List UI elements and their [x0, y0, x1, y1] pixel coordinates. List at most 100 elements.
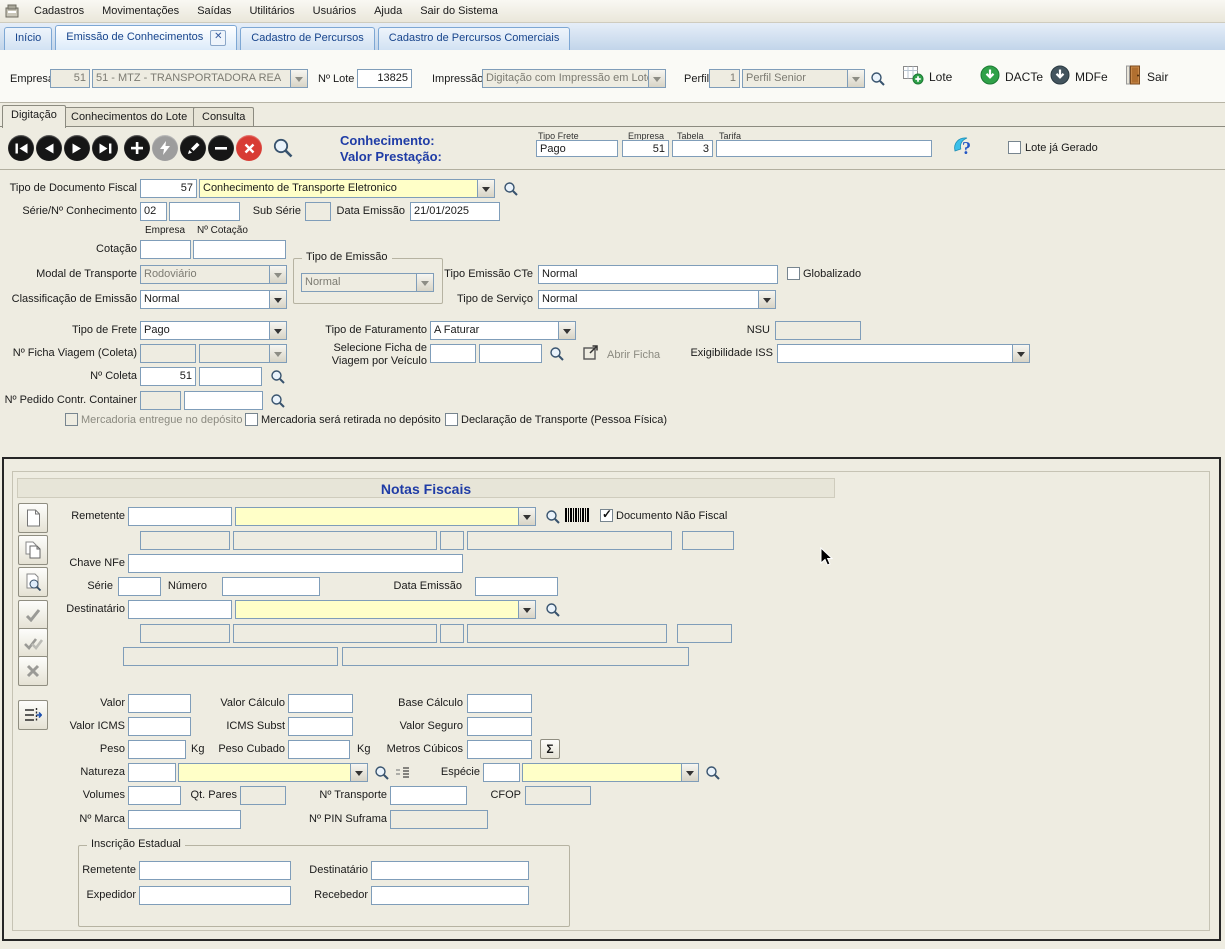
help-icon[interactable]: ? — [952, 134, 978, 160]
icms-subst-field[interactable] — [288, 717, 353, 736]
tipo-emissao-combo[interactable]: Normal — [301, 273, 434, 292]
nf-numero-field[interactable] — [222, 577, 320, 596]
next-record-button[interactable] — [64, 135, 90, 161]
confirm-all-button[interactable] — [18, 628, 48, 658]
delete-record-button[interactable] — [208, 135, 234, 161]
cfop-field[interactable] — [525, 786, 591, 805]
base-calculo-field[interactable] — [467, 694, 532, 713]
sair-button[interactable]: Sair — [1126, 65, 1168, 88]
ficha-viagem-num-field[interactable] — [140, 344, 196, 363]
pedido-container-search-icon[interactable] — [270, 393, 286, 409]
especie-code-field[interactable] — [483, 763, 520, 782]
ficha-veiculo-search-icon[interactable] — [549, 346, 565, 362]
edit-record-button[interactable] — [180, 135, 206, 161]
sub-serie-field[interactable] — [305, 202, 331, 221]
abrir-ficha-label[interactable]: Abrir Ficha — [607, 349, 660, 361]
barcode-icon[interactable] — [565, 507, 591, 525]
ie-remetente-field[interactable] — [139, 861, 291, 880]
tab-digitacao[interactable]: Digitação — [2, 105, 66, 128]
coleta-empresa-field[interactable]: 51 — [140, 367, 196, 386]
delete-nota-button[interactable] — [18, 656, 48, 686]
perfil-search-icon[interactable] — [870, 71, 886, 87]
abrir-ficha-external-link-icon[interactable] — [583, 344, 600, 361]
ie-recebedor-field[interactable] — [371, 886, 529, 905]
perfil-combo[interactable]: Perfil Senior — [742, 69, 865, 88]
menu-movimentacoes[interactable]: Movimentações — [93, 2, 188, 20]
n-transporte-field[interactable] — [390, 786, 467, 805]
natureza-code-field[interactable] — [128, 763, 176, 782]
tipo-frete-field[interactable]: Pago — [536, 140, 618, 157]
remetente-search-icon[interactable] — [545, 509, 561, 525]
mercadoria-retirada-checkbox[interactable] — [245, 413, 258, 426]
exigibilidade-iss-combo[interactable] — [777, 344, 1030, 363]
coleta-search-icon[interactable] — [270, 369, 286, 385]
menu-sair-do-sistema[interactable]: Sair do Sistema — [411, 2, 507, 20]
lote-button[interactable]: Lote — [903, 65, 952, 88]
tipo-servico-combo[interactable]: Normal — [538, 290, 776, 309]
mercadoria-entregue-checkbox[interactable] — [65, 413, 78, 426]
cancel-button[interactable] — [236, 135, 262, 161]
tab-close-icon[interactable]: ✕ — [210, 30, 227, 46]
natureza-combo[interactable] — [178, 763, 368, 782]
ficha-veiculo-field-1[interactable] — [430, 344, 476, 363]
pedido-container-field-1[interactable] — [140, 391, 181, 410]
tabela-field[interactable]: 3 — [672, 140, 713, 157]
empresa-combo[interactable]: 51 - MTZ - TRANSPORTADORA REA — [92, 69, 308, 88]
search-record-icon[interactable] — [272, 137, 294, 159]
lote-ja-gerado-checkbox[interactable] — [1008, 141, 1021, 154]
tipo-documento-combo[interactable]: Conhecimento de Transporte Eletronico — [199, 179, 495, 198]
valor-seguro-field[interactable] — [467, 717, 532, 736]
tab-conhecimentos-do-lote[interactable]: Conhecimentos do Lote — [62, 107, 197, 127]
menu-cadastros[interactable]: Cadastros — [25, 2, 93, 20]
tipo-documento-code-field[interactable]: 57 — [140, 179, 197, 198]
menu-saidas[interactable]: Saídas — [188, 2, 240, 20]
chave-nfe-field[interactable] — [128, 554, 463, 573]
cotacao-numero-field[interactable] — [193, 240, 286, 259]
metros-cubicos-field[interactable] — [467, 740, 532, 759]
numero-conhecimento-field[interactable] — [169, 202, 240, 221]
pedido-container-field-2[interactable] — [184, 391, 263, 410]
tipo-emissao-cte-field[interactable]: Normal — [538, 265, 778, 284]
nsu-field[interactable] — [775, 321, 861, 340]
remetente-combo[interactable] — [235, 507, 536, 526]
mdfe-button[interactable]: MDFe — [1050, 65, 1108, 88]
declaracao-transporte-checkbox[interactable] — [445, 413, 458, 426]
dacte-button[interactable]: DACTe — [980, 65, 1043, 88]
menu-utilitarios[interactable]: Utilitários — [240, 2, 303, 20]
peso-cubado-field[interactable] — [288, 740, 350, 759]
ie-expedidor-field[interactable] — [139, 886, 291, 905]
add-record-button[interactable] — [124, 135, 150, 161]
tarifa-field[interactable] — [716, 140, 932, 157]
tipo-documento-search-icon[interactable] — [503, 181, 519, 197]
serie-field[interactable]: 02 — [140, 202, 167, 221]
documento-nao-fiscal-checkbox[interactable] — [600, 507, 613, 522]
classificacao-emissao-combo[interactable]: Normal — [140, 290, 287, 309]
impressao-combo[interactable]: Digitação com Impressão em Lote — [482, 69, 666, 88]
sum-sigma-button[interactable]: Σ — [540, 739, 560, 759]
tipo-faturamento-combo[interactable]: A Faturar — [430, 321, 576, 340]
previous-record-button[interactable] — [36, 135, 62, 161]
lote-field[interactable]: 13825 — [357, 69, 412, 88]
especie-search-icon[interactable] — [705, 765, 721, 781]
data-emissao-field[interactable]: 21/01/2025 — [410, 202, 500, 221]
cotacao-empresa-field[interactable] — [140, 240, 191, 259]
remetente-code-field[interactable] — [128, 507, 232, 526]
tab-inicio[interactable]: Início — [4, 27, 53, 50]
modal-transporte-combo[interactable]: Rodoviário — [140, 265, 287, 284]
tab-cadastro-de-percursos[interactable]: Cadastro de Percursos — [240, 27, 375, 50]
tipo-frete-combo[interactable]: Pago — [140, 321, 287, 340]
destinatario-code-field[interactable] — [128, 600, 232, 619]
menu-usuarios[interactable]: Usuários — [304, 2, 365, 20]
coleta-numero-field[interactable] — [199, 367, 262, 386]
menu-ajuda[interactable]: Ajuda — [365, 2, 411, 20]
first-record-button[interactable] — [8, 135, 34, 161]
quick-post-button[interactable] — [152, 135, 178, 161]
n-marca-field[interactable] — [128, 810, 241, 829]
empresa-code-field[interactable]: 51 — [50, 69, 90, 88]
globalizado-checkbox[interactable] — [787, 267, 800, 280]
tab-cadastro-de-percursos-comerciais[interactable]: Cadastro de Percursos Comerciais — [377, 27, 571, 50]
pin-suframa-field[interactable] — [390, 810, 488, 829]
tab-consulta[interactable]: Consulta — [193, 107, 255, 127]
perfil-code-field[interactable]: 1 — [709, 69, 740, 88]
empresa-field[interactable]: 51 — [622, 140, 669, 157]
